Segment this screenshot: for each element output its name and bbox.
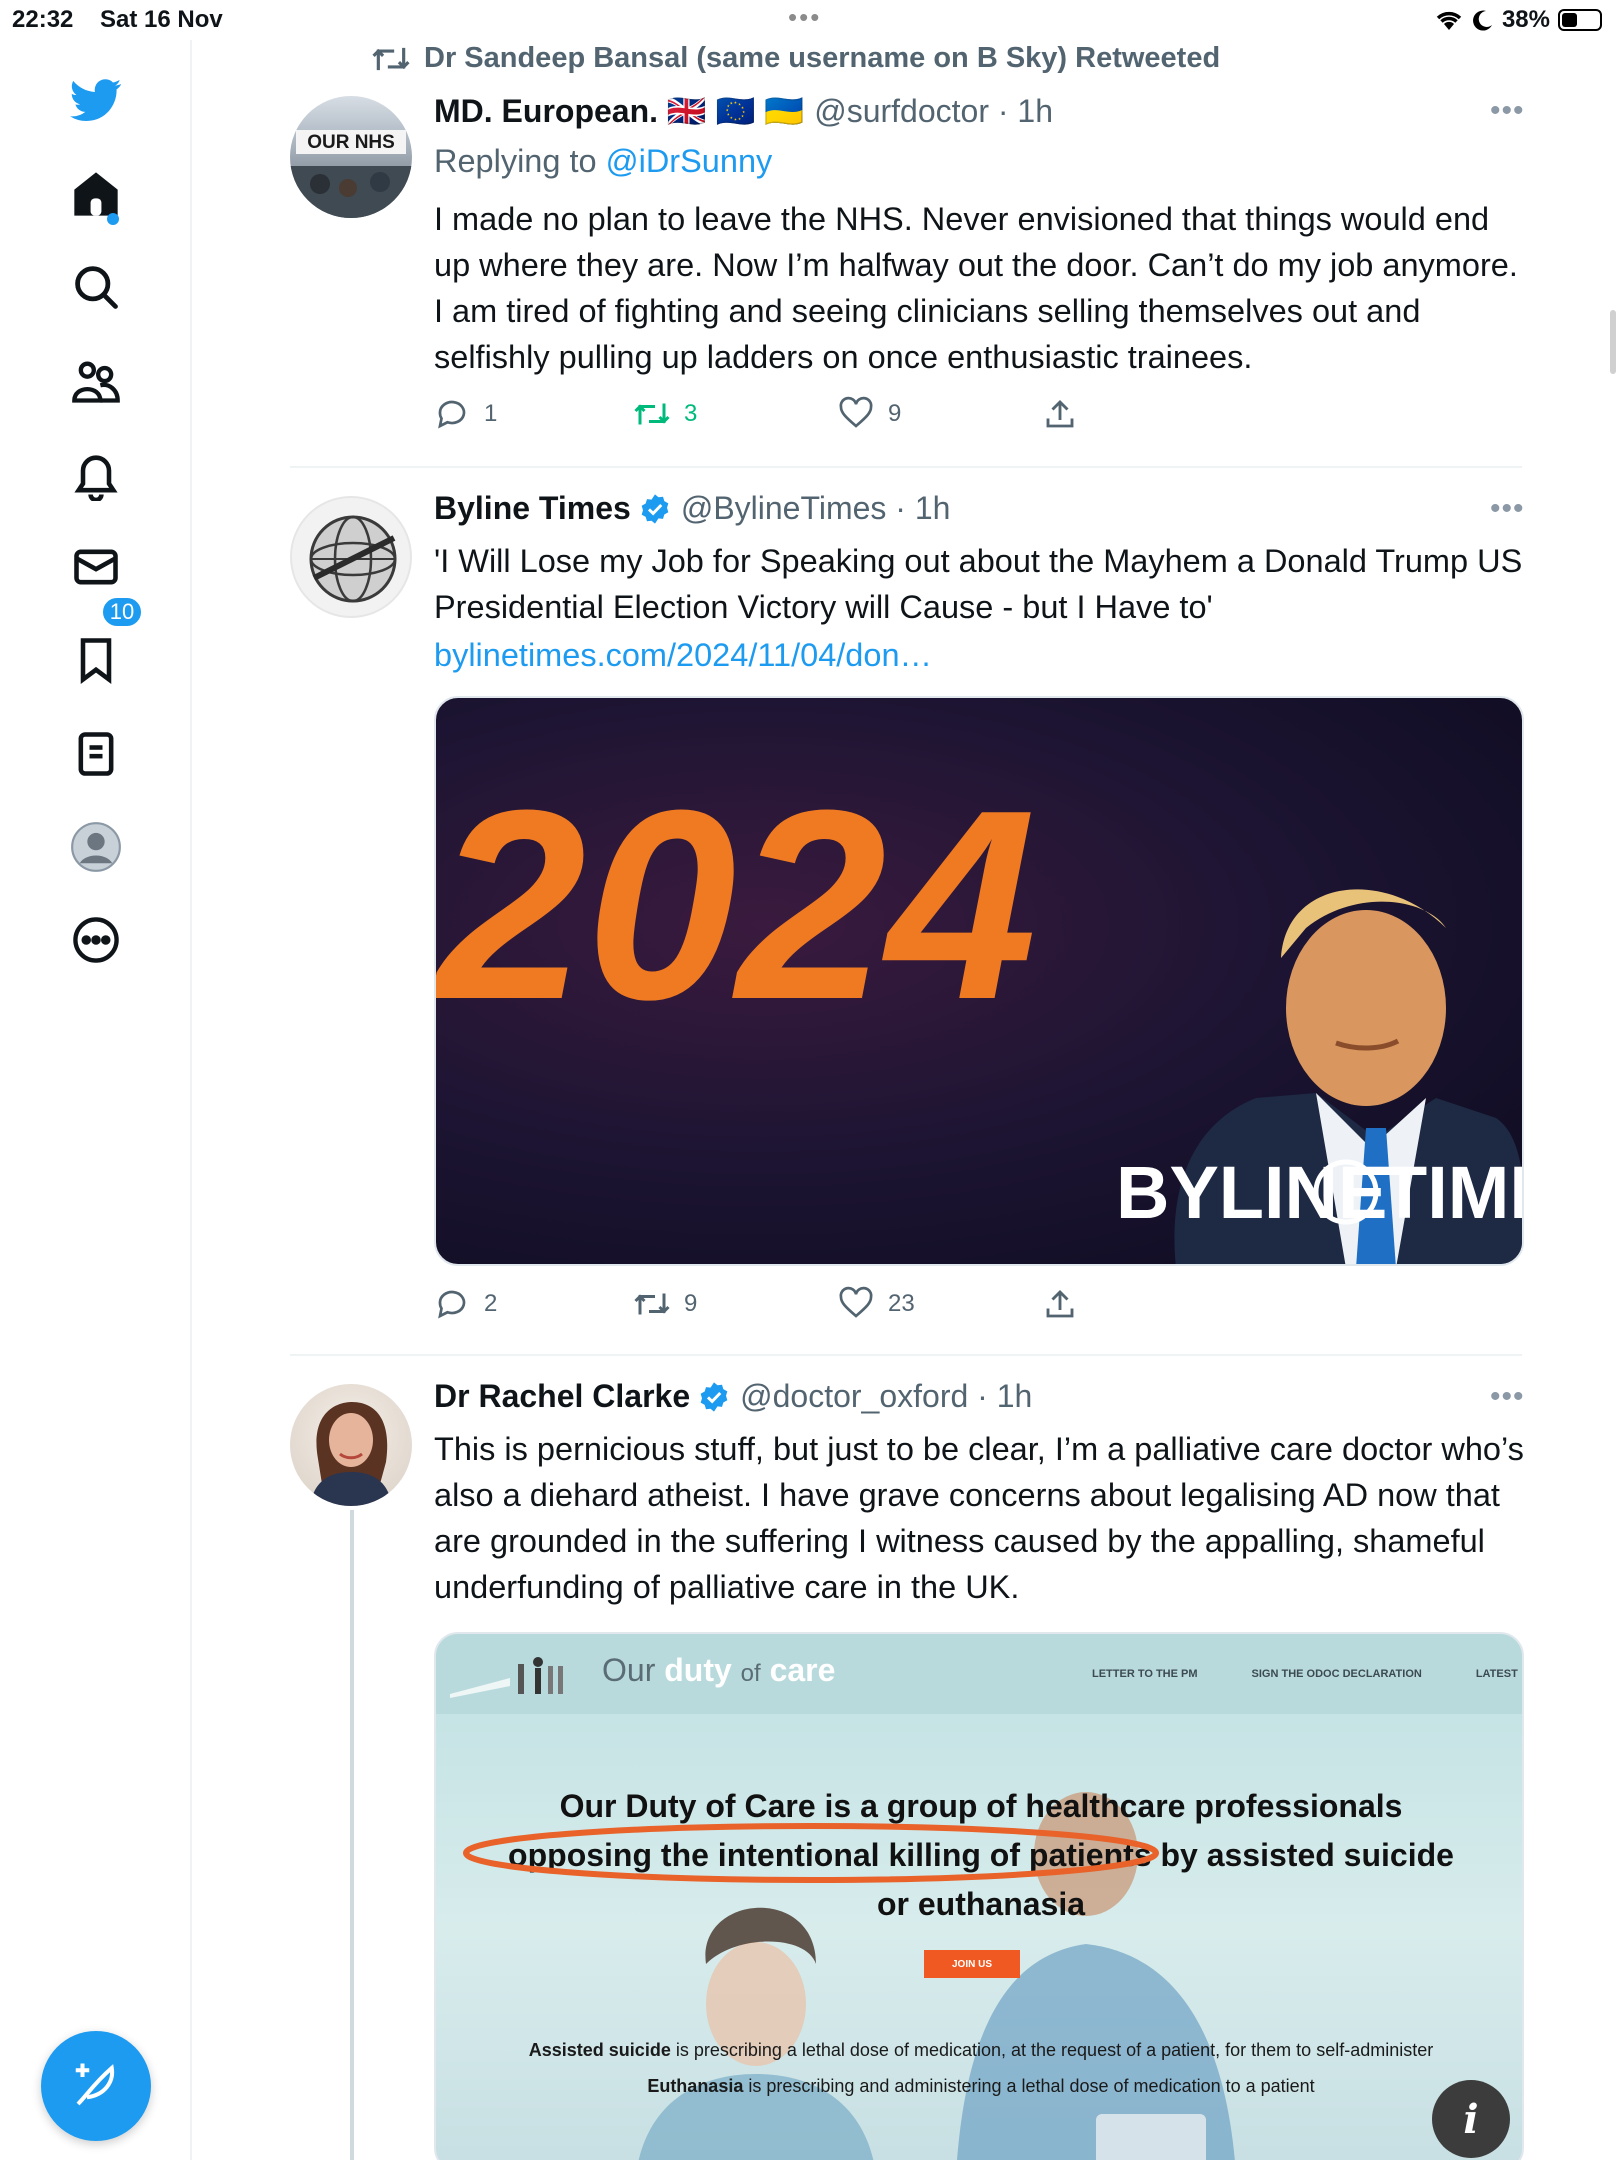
verified-badge-icon [641,493,669,524]
retweet-icon [634,403,670,425]
article-link[interactable]: bylinetimes.com/2024/11/04/don… [434,632,1524,678]
tweet-text: This is pernicious stuff, but just to be… [434,1431,1524,1605]
svg-text:TIMES: TIMES [1382,1151,1524,1234]
author-handle-time[interactable]: @BylineTimes · 1h [681,490,951,527]
author-handle-time[interactable]: @surfdoctor · 1h [814,93,1053,130]
avatar[interactable]: OUR NHS [290,96,412,218]
image-info-icon[interactable]: i [1432,2080,1510,2158]
share-button[interactable] [1042,396,1078,432]
compose-tweet-button[interactable] [41,2031,151,2141]
avatar[interactable] [290,1384,412,1506]
status-date: Sat 16 Nov [100,6,223,33]
tweet-more-icon[interactable]: ••• [1490,1380,1620,1414]
tweet-divider [290,1354,1522,1356]
sidebar: 10 [0,40,192,2160]
heart-icon [839,1286,873,1318]
tweet-more-icon[interactable]: ••• [1490,492,1620,526]
heart-icon [839,396,873,428]
wifi-icon [1436,11,1462,30]
reply-icon [438,400,466,429]
share-button[interactable] [1042,1286,1078,1322]
reply-context: Replying to @iDrSunny [434,143,773,179]
reply-button[interactable]: 2 [434,1286,497,1322]
tweet-actions: 1 3 9 [434,396,1134,436]
tweet-text: 'I Will Lose my Job for Speaking out abo… [434,543,1523,625]
home-new-dot [107,213,119,225]
domino-logo-icon [450,1657,563,1698]
moon-icon [1472,10,1492,31]
status-bar: 22:32 Sat 16 Nov ••• 38% [0,0,1620,40]
avatar[interactable] [290,496,412,618]
like-button[interactable]: 23 [838,1286,915,1322]
bookmarks-icon[interactable] [66,630,126,690]
lists-icon[interactable] [66,724,126,784]
site-nav-item: LETTER TO THE PM [1092,1668,1198,1680]
search-icon[interactable] [66,257,126,317]
site-nav-item: LATEST [1475,1668,1518,1680]
image-year-text: 2024 [436,755,1037,1056]
profile-avatar-icon[interactable] [66,817,126,877]
highlight-circle-annotation [463,1823,1159,1883]
reply-icon [438,1290,466,1319]
author-name[interactable]: Byline Times [434,490,631,527]
status-time: 22:32 [12,6,74,33]
site-nav-item: SIGN THE ODOC DECLARATION [1251,1668,1422,1680]
verified-badge-icon [700,1381,728,1412]
join-us-button: JOIN US [924,1950,1020,1978]
twitter-logo-icon[interactable] [66,70,126,130]
retweet-button[interactable]: 3 [634,396,697,432]
retweet-icon [634,1293,670,1315]
battery-percent: 38% [1501,6,1550,33]
notifications-badge: 10 [100,595,144,629]
site-logo: Our duty of care [602,1652,836,1688]
reply-to-link[interactable]: @iDrSunny [606,143,773,179]
battery-icon [1558,9,1602,31]
share-icon [1046,1289,1074,1318]
site-definitions: Assisted suicide is prescribing a lethal… [528,2040,1434,2096]
compose-feather-icon [75,2063,115,2106]
tweet-actions: 2 9 23 [434,1286,1134,1326]
author-name[interactable]: MD. European. 🇬🇧 🇪🇺 🇺🇦 [434,92,804,130]
thread-connector-line [350,1510,354,2160]
like-button[interactable]: 9 [838,396,901,432]
author-handle-time[interactable]: @doctor_oxford · 1h [740,1378,1032,1415]
tweet-divider [290,466,1522,468]
communities-icon[interactable] [66,351,126,411]
retweet-banner[interactable]: Dr Sandeep Bansal (same username on B Sk… [372,42,1220,75]
site-nav: LETTER TO THE PM SIGN THE ODOC DECLARATI… [1092,1668,1518,1680]
retweet-icon [372,47,410,70]
multitasking-dots-icon[interactable]: ••• [788,2,821,33]
svg-text:OUR NHS: OUR NHS [307,132,395,153]
scrollbar[interactable] [1610,310,1616,374]
link-card-image[interactable]: 2024 BYLINE TIMES [434,696,1524,1266]
author-name[interactable]: Dr Rachel Clarke [434,1378,690,1415]
notifications-bell-icon[interactable] [66,445,126,505]
tweet-text: I made no plan to leave the NHS. Never e… [434,201,1518,375]
retweet-banner-text: Dr Sandeep Bansal (same username on B Sk… [424,42,1221,74]
messages-mail-icon[interactable] [66,537,126,597]
tweet-image-our-duty-of-care[interactable]: Our duty of care LETTER TO THE PM SIGN T… [434,1632,1524,2160]
retweet-button[interactable]: 9 [634,1286,697,1322]
reply-button[interactable]: 1 [434,396,497,432]
more-options-circle-icon[interactable] [66,910,126,970]
share-icon [1046,399,1074,428]
tweet-more-icon[interactable]: ••• [1490,94,1620,128]
